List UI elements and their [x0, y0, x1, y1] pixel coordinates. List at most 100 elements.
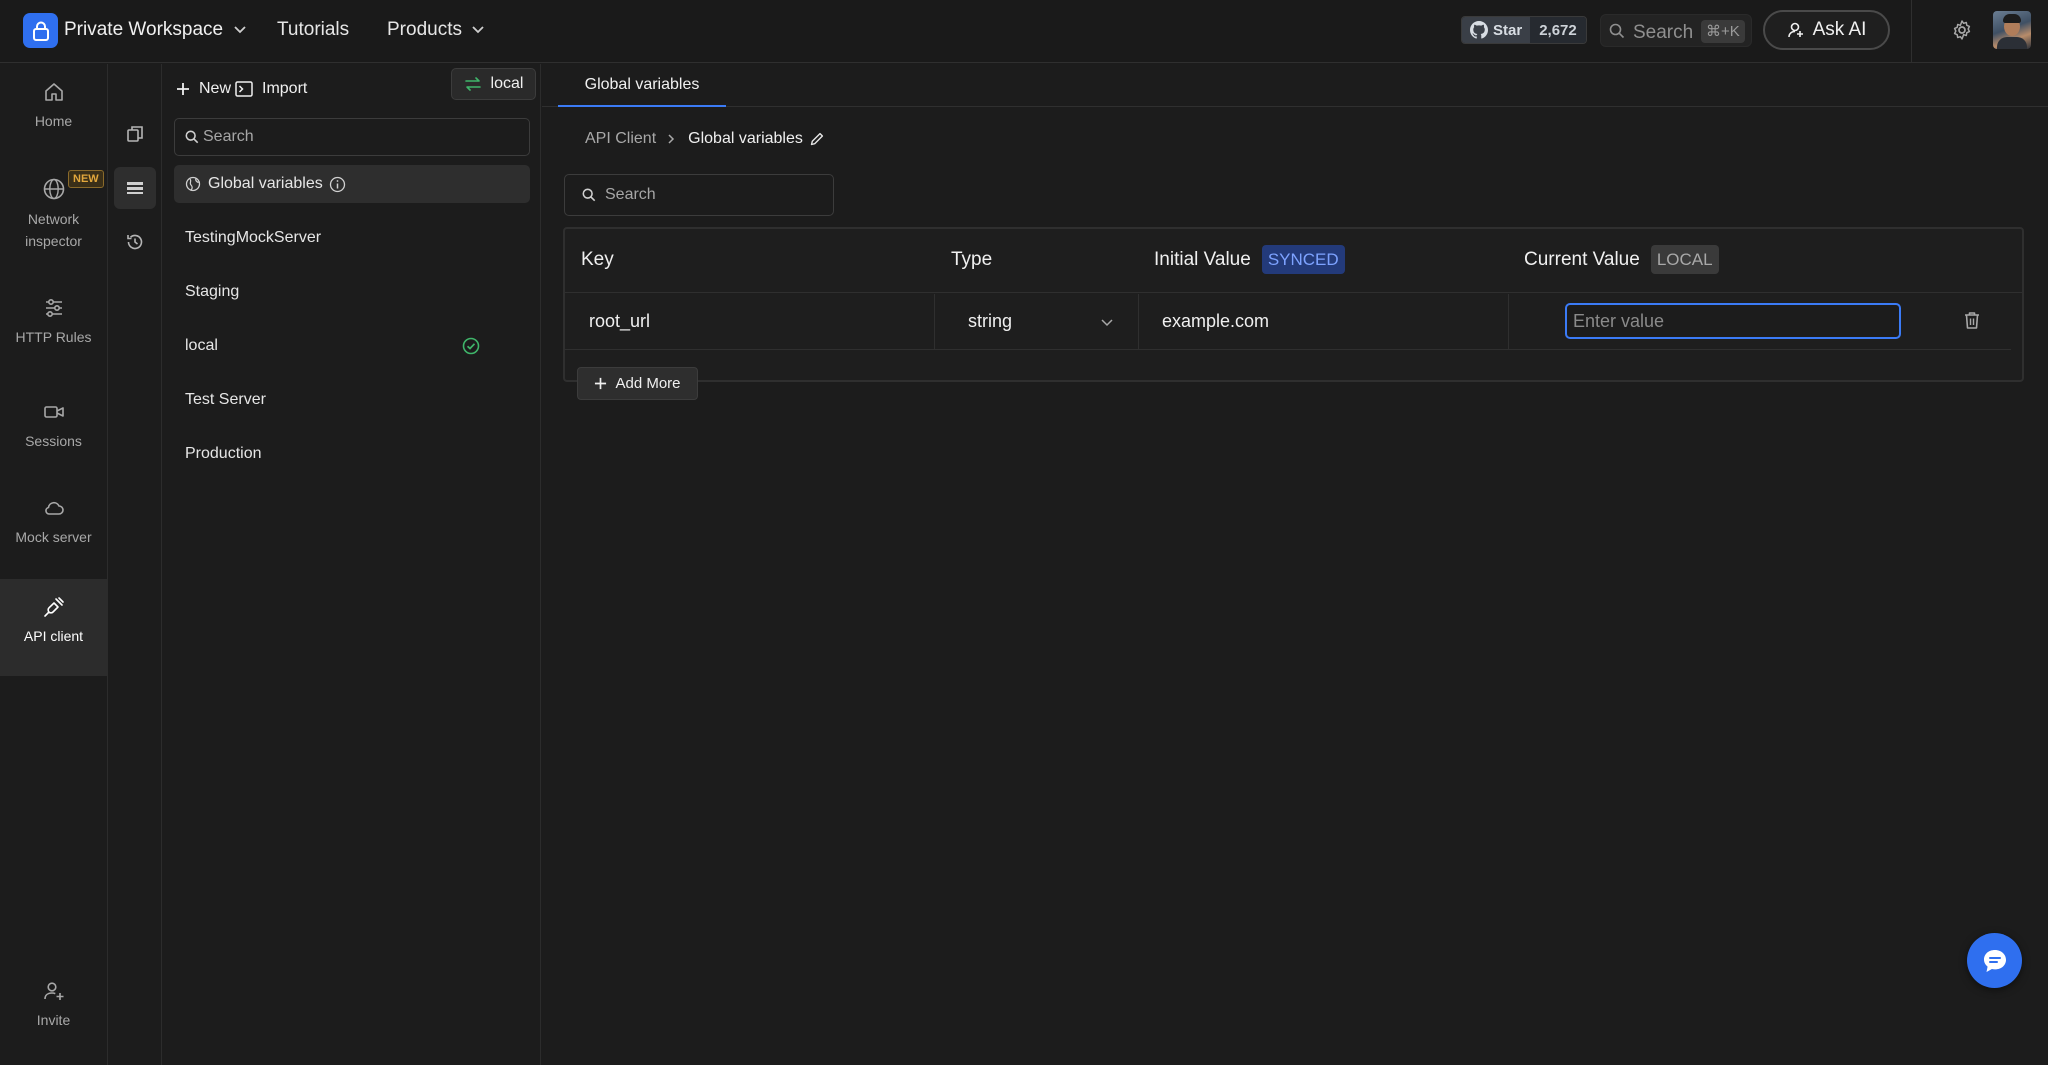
terminal-icon: [235, 81, 253, 97]
tab-bar: Global variables: [542, 64, 2048, 107]
divider: [1911, 0, 1912, 63]
rail-item-http-rules[interactable]: HTTP Rules: [0, 296, 107, 348]
github-icon: [1470, 21, 1488, 39]
search-icon: [1609, 23, 1625, 44]
user-plus-icon: [43, 982, 63, 1000]
history-button[interactable]: [114, 221, 156, 263]
rail-label-network-inspector: Network inspector: [25, 211, 82, 249]
search-shortcut: ⌘+K: [1701, 20, 1745, 43]
synced-badge: SYNCED: [1261, 245, 1345, 274]
type-cell[interactable]: string: [935, 294, 1139, 349]
gear-icon[interactable]: [1951, 19, 1973, 46]
current-value-input[interactable]: [1565, 303, 1901, 339]
environments-panel: New Import local Global variables Testin…: [162, 64, 541, 1065]
environment-search-input[interactable]: [203, 119, 523, 155]
ask-ai-button[interactable]: Ask AI: [1763, 10, 1890, 50]
sliders-icon: [45, 298, 62, 318]
local-badge: LOCAL: [1650, 245, 1719, 274]
env-item-label: Staging: [185, 283, 240, 300]
rail-item-invite[interactable]: Invite: [0, 979, 107, 1031]
variables-table: Key Type Initial Value SYNCED Current Va…: [563, 227, 2024, 400]
api-client-strip: [108, 64, 162, 1065]
breadcrumb-current: Global variables: [688, 130, 803, 147]
video-icon: [43, 406, 64, 418]
rail-item-home[interactable]: Home: [0, 80, 107, 132]
check-circle-icon: [462, 337, 480, 355]
collections-button[interactable]: [114, 113, 156, 155]
globe-icon: [185, 176, 201, 192]
github-star-badge[interactable]: Star 2,672: [1461, 16, 1587, 44]
stack-list-icon: [127, 182, 143, 194]
rail-label-sessions: Sessions: [25, 433, 82, 449]
switch-arrows-icon: [464, 77, 481, 91]
ai-assistant-icon: [1787, 22, 1803, 38]
rail-item-api-client[interactable]: API client: [0, 579, 107, 676]
nav-products[interactable]: Products: [387, 19, 462, 41]
import-button-label: Import: [262, 80, 308, 97]
env-item-local[interactable]: local: [174, 327, 530, 365]
variable-key: root_url: [589, 311, 651, 331]
column-initial-label: Initial Value: [1154, 248, 1251, 270]
table-row: root_url string example.com: [565, 294, 2011, 350]
plus-icon: [595, 377, 607, 390]
github-star-count: 2,672: [1530, 17, 1586, 43]
workspace-switcher[interactable]: Private Workspace: [64, 19, 223, 41]
cloud-icon: [44, 501, 64, 515]
new-badge: NEW: [68, 170, 104, 188]
env-item-test-server[interactable]: Test Server: [174, 381, 530, 419]
rail-label-mock-server: Mock server: [15, 529, 92, 545]
key-cell[interactable]: root_url: [565, 294, 935, 349]
plug-icon: [43, 597, 64, 617]
rail-label-api-client: API client: [23, 628, 84, 644]
column-key: Key: [581, 249, 614, 270]
rail-item-mock-server[interactable]: Mock server: [0, 496, 107, 548]
rail-label-http-rules: HTTP Rules: [15, 329, 92, 345]
global-search-label: Search: [1633, 22, 1694, 43]
rail-label-home: Home: [34, 113, 73, 129]
tab-global-variables[interactable]: Global variables: [558, 64, 726, 107]
add-more-button[interactable]: Add More: [577, 367, 698, 400]
trash-icon[interactable]: [1963, 310, 1981, 335]
chevron-down-icon[interactable]: [233, 22, 247, 41]
global-search[interactable]: Search ⌘+K: [1600, 14, 1752, 47]
globe-icon: [43, 178, 64, 200]
environments-button[interactable]: [114, 167, 156, 209]
env-item-testingmockserver[interactable]: TestingMockServer: [174, 219, 530, 257]
chevron-down-icon[interactable]: [471, 22, 485, 41]
chat-support-button[interactable]: [1967, 933, 2022, 988]
initial-value-cell[interactable]: example.com: [1139, 294, 1509, 349]
type-select[interactable]: string: [968, 311, 1114, 332]
search-icon: [185, 130, 199, 144]
info-icon[interactable]: [329, 176, 346, 193]
env-item-label: local: [185, 337, 218, 354]
chevron-down-icon: [1101, 318, 1113, 326]
lock-icon[interactable]: [23, 13, 58, 48]
column-initial-value: Initial Value SYNCED: [1154, 245, 1345, 274]
top-bar: Private Workspace Tutorials Products Sta…: [0, 0, 2048, 63]
rail-item-sessions[interactable]: Sessions: [0, 400, 107, 452]
env-item-label: Production: [185, 445, 262, 462]
plus-icon: [177, 83, 189, 95]
copy-stack-icon: [127, 126, 143, 142]
environment-search[interactable]: [174, 118, 530, 156]
import-button[interactable]: Import: [207, 72, 307, 106]
column-current-value: Current Value LOCAL: [1524, 245, 1719, 274]
variables-search-input[interactable]: [605, 175, 825, 215]
avatar[interactable]: [1993, 11, 2031, 49]
nav-tutorials[interactable]: Tutorials: [277, 19, 349, 41]
env-item-production[interactable]: Production: [174, 435, 530, 473]
environment-switcher[interactable]: local: [451, 68, 536, 100]
active-environment-label: local: [490, 75, 524, 92]
variable-initial-value: example.com: [1162, 311, 1270, 331]
home-icon: [44, 83, 63, 101]
env-item-label: TestingMockServer: [185, 229, 322, 246]
table-header: Key Type Initial Value SYNCED Current Va…: [565, 229, 2022, 293]
pencil-icon[interactable]: [809, 131, 825, 147]
env-item-global-variables[interactable]: Global variables: [174, 165, 530, 203]
history-icon: [127, 234, 143, 250]
variables-search[interactable]: [564, 174, 834, 216]
breadcrumb-root[interactable]: API Client: [585, 130, 656, 148]
env-item-staging[interactable]: Staging: [174, 273, 530, 311]
search-icon: [582, 188, 596, 202]
column-type: Type: [951, 249, 993, 270]
